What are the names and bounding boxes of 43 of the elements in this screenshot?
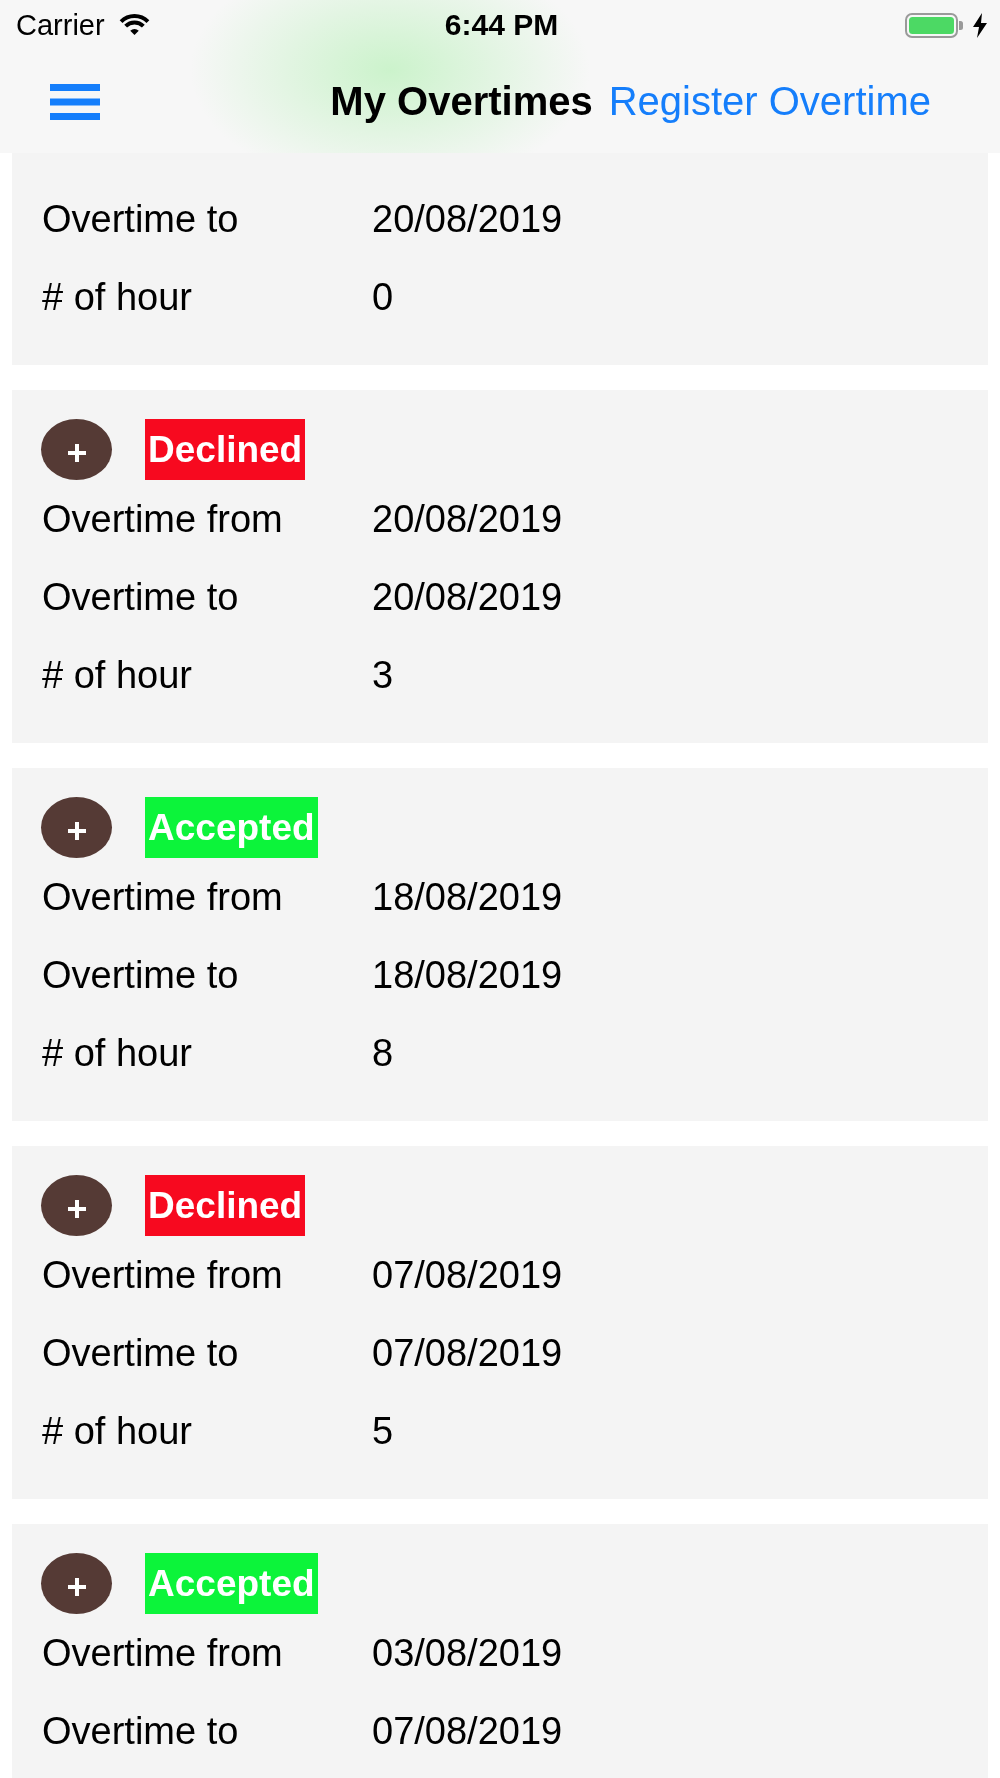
wifi-icon <box>118 14 150 36</box>
carrier-name: Carrier <box>16 8 105 42</box>
status-badge: Accepted <box>145 1553 318 1614</box>
field-label: # of hour <box>42 275 193 319</box>
field-value: 20/08/2019 <box>372 197 563 241</box>
plus-icon <box>67 443 86 462</box>
field-value: 8 <box>372 1031 394 1075</box>
field-label: # of hour <box>42 1409 193 1453</box>
field-value: 18/08/2019 <box>372 875 563 919</box>
field-label: Overtime to <box>42 1331 240 1375</box>
clock-time: 6:44 PM <box>444 8 559 42</box>
status-badge: Declined <box>145 1175 306 1236</box>
status-badge: Accepted <box>145 797 318 858</box>
register-overtime-button[interactable]: Register Overtime <box>608 79 931 124</box>
field-value: 07/08/2019 <box>372 1331 563 1375</box>
field-label: Overtime to <box>42 197 240 241</box>
field-label: Overtime from <box>42 1631 284 1675</box>
field-value: 03/08/2019 <box>372 1631 563 1675</box>
field-label: Overtime to <box>42 575 240 619</box>
field-label: Overtime from <box>42 1253 284 1297</box>
page-title: My Overtimes <box>330 79 593 124</box>
field-value: 20/08/2019 <box>372 497 563 541</box>
field-label: Overtime to <box>42 1709 240 1753</box>
plus-icon <box>67 1577 86 1596</box>
status-badge: Declined <box>145 419 306 480</box>
charging-bolt-icon <box>973 12 987 38</box>
field-value: 20/08/2019 <box>372 575 563 619</box>
plus-icon <box>67 821 86 840</box>
menu-icon <box>50 83 100 120</box>
field-value: 07/08/2019 <box>372 1253 563 1297</box>
field-label: # of hour <box>42 1031 193 1075</box>
battery-icon <box>905 12 963 38</box>
field-label: Overtime from <box>42 497 284 541</box>
field-value: 18/08/2019 <box>372 953 563 997</box>
field-value: 0 <box>372 275 394 319</box>
field-value: 5 <box>372 1409 394 1453</box>
menu-button[interactable] <box>50 83 100 120</box>
field-value: 07/08/2019 <box>372 1709 563 1753</box>
plus-icon <box>67 1199 86 1218</box>
field-label: # of hour <box>42 653 193 697</box>
field-label: Overtime from <box>42 875 284 919</box>
field-value: 3 <box>372 653 394 697</box>
field-label: Overtime to <box>42 953 240 997</box>
